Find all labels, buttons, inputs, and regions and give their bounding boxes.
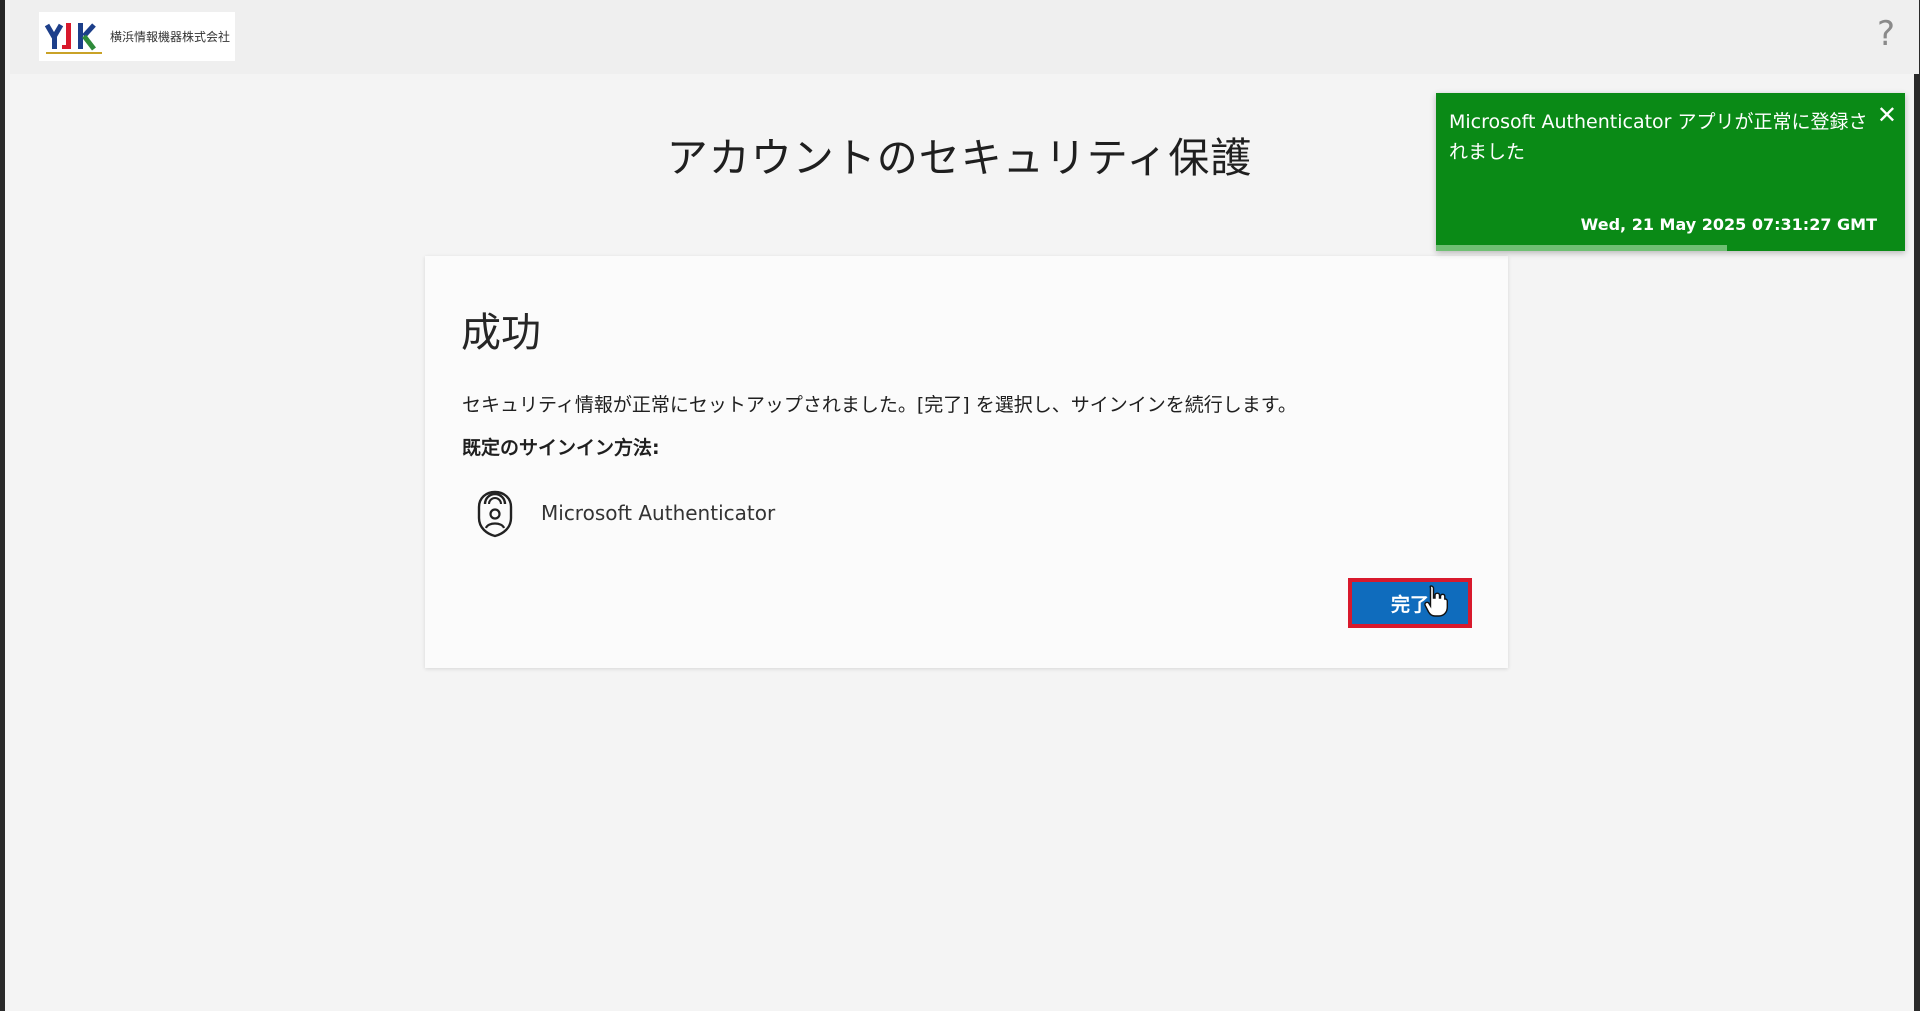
card-description: セキュリティ情報が正常にセットアップされました。[完了] を選択し、サインインを… [462,394,1297,416]
ytk-logo-icon [44,22,102,54]
logo-text: 横浜情報機器株式会社 [110,30,231,44]
toast-message: Microsoft Authenticator アプリが正常に登録されました [1449,111,1868,163]
method-name: Microsoft Authenticator [541,501,776,525]
success-toast: Microsoft Authenticator アプリが正常に登録されました ✕… [1436,93,1905,251]
card-title: 成功 [461,310,541,356]
browser-frame: 横浜情報機器株式会社 ? アカウントのセキュリティ保護 成功 セキュリティ情報が… [0,0,1920,1011]
done-button[interactable]: 完了 [1348,578,1472,628]
success-card: 成功 セキュリティ情報が正常にセットアップされました。[完了] を選択し、サイン… [425,256,1508,668]
authenticator-lock-icon [477,490,513,538]
company-logo: 横浜情報機器株式会社 [39,12,235,61]
toast-timestamp: Wed, 21 May 2025 07:31:27 GMT [1580,215,1877,234]
default-method-label: 既定のサインイン方法: [462,437,660,459]
default-method: Microsoft Authenticator [475,488,775,538]
close-icon[interactable]: ✕ [1877,103,1897,127]
help-icon[interactable]: ? [1877,14,1895,54]
top-bar: 横浜情報機器株式会社 ? [10,0,1919,74]
toast-progress-bar [1436,245,1727,251]
